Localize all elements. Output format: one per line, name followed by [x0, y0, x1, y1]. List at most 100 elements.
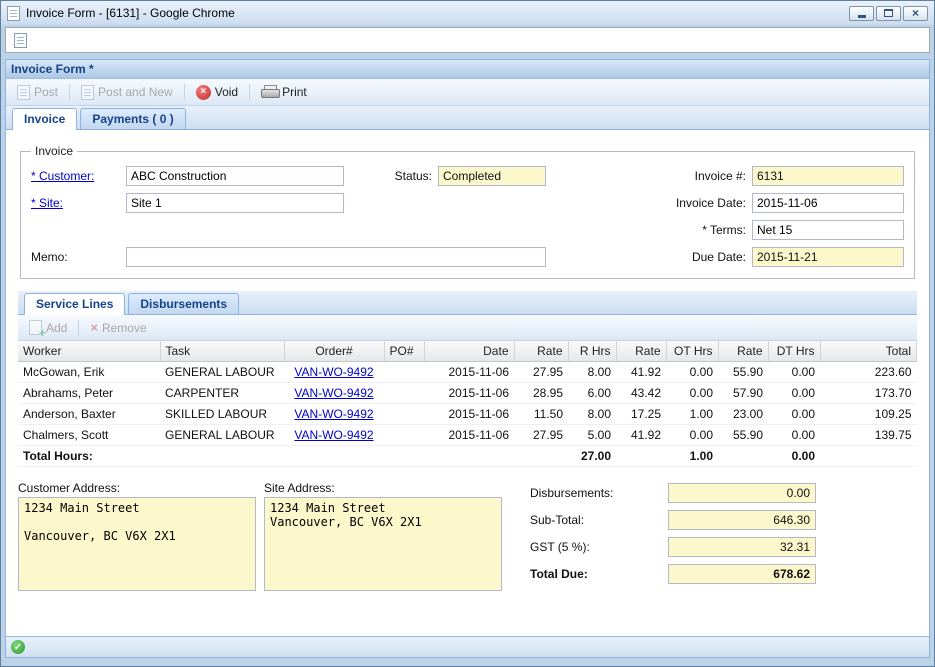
- total-r-hrs: 27.00: [568, 446, 616, 467]
- maximize-button[interactable]: [876, 6, 901, 21]
- status-bar: ✓: [6, 636, 929, 657]
- site-address-label: Site Address:: [264, 481, 502, 495]
- print-button[interactable]: Print: [255, 83, 313, 101]
- site-address-textarea[interactable]: 1234 Main Street Vancouver, BC V6X 2X1: [264, 497, 502, 591]
- column-header-ot-hrs[interactable]: OT Hrs: [666, 341, 718, 362]
- tab-disbursements[interactable]: Disbursements: [128, 293, 239, 314]
- remove-icon: ×: [90, 321, 98, 334]
- subtotal-field: 646.30: [668, 510, 816, 530]
- remove-button[interactable]: × Remove: [84, 319, 152, 337]
- status-field: Completed: [438, 166, 546, 186]
- disbursements-field: 0.00: [668, 483, 816, 503]
- void-icon: ×: [196, 85, 211, 100]
- work-order-link[interactable]: VAN-WO-9492: [294, 428, 373, 442]
- form-title: Invoice Form *: [11, 62, 94, 76]
- gst-field: 32.31: [668, 537, 816, 557]
- table-row: Anderson, BaxterSKILLED LABOURVAN-WO-949…: [18, 404, 917, 425]
- total-dt-hrs: 0.00: [768, 446, 820, 467]
- terms-input[interactable]: [752, 220, 904, 240]
- invoice-date-input[interactable]: [752, 193, 904, 213]
- service-lines-panel: Service Lines Disbursements + Add × Remo…: [18, 291, 917, 467]
- post-and-new-button[interactable]: Post and New: [75, 83, 179, 102]
- service-lines-grid: WorkerTaskOrder#PO#DateRateR HrsRateOT H…: [18, 341, 917, 467]
- column-header-po-[interactable]: PO#: [384, 341, 424, 362]
- invoice-fieldset: Invoice * Customer: Status: Completed In…: [20, 144, 915, 279]
- add-button-label: Add: [46, 321, 67, 335]
- work-order-link[interactable]: VAN-WO-9492: [294, 407, 373, 421]
- toolbar-separator: [249, 84, 250, 100]
- column-header-order-[interactable]: Order#: [284, 341, 384, 362]
- window-title: Invoice Form - [6131] - Google Chrome: [26, 6, 235, 20]
- service-lines-body: McGowan, ErikGENERAL LABOURVAN-WO-949220…: [18, 362, 917, 446]
- toolbar-separator: [69, 84, 70, 100]
- invoice-form-grid: * Customer: Status: Completed Invoice #:…: [31, 162, 904, 270]
- toolbar-separator: [184, 84, 185, 100]
- column-header-date[interactable]: Date: [424, 341, 514, 362]
- column-header-worker[interactable]: Worker: [18, 341, 160, 362]
- minimize-icon: [858, 15, 866, 18]
- status-ok-icon: ✓: [11, 640, 25, 654]
- column-header-dt-hrs[interactable]: DT Hrs: [768, 341, 820, 362]
- void-button-label: Void: [215, 85, 238, 99]
- work-order-link[interactable]: VAN-WO-9492: [294, 365, 373, 379]
- total-hours-label: Total Hours:: [18, 446, 568, 467]
- totals-block: Disbursements: 0.00 Sub-Total: 646.30 GS…: [530, 481, 830, 591]
- chrome-window: Invoice Form - [6131] - Google Chrome × …: [0, 0, 935, 667]
- void-button[interactable]: × Void: [190, 83, 244, 102]
- maximize-icon: [884, 9, 893, 17]
- column-header-rate[interactable]: Rate: [718, 341, 768, 362]
- total-due-row: Total Due: 678.62: [530, 564, 830, 584]
- print-button-label: Print: [282, 85, 307, 99]
- tab-payments[interactable]: Payments ( 0 ): [80, 108, 185, 129]
- remove-button-label: Remove: [102, 321, 147, 335]
- lines-tabstrip: Service Lines Disbursements: [18, 291, 917, 315]
- total-hours-row: Total Hours: 27.00 1.00 0.00: [18, 446, 917, 467]
- add-icon: +: [29, 320, 42, 335]
- invoice-number-field: 6131: [752, 166, 904, 186]
- gst-row: GST (5 %): 32.31: [530, 537, 830, 557]
- minimize-button[interactable]: [849, 6, 874, 21]
- column-header-rate[interactable]: Rate: [616, 341, 666, 362]
- tab-invoice[interactable]: Invoice: [12, 108, 77, 130]
- close-button[interactable]: ×: [903, 6, 928, 21]
- table-row: Abrahams, PeterCARPENTERVAN-WO-94922015-…: [18, 383, 917, 404]
- post-and-new-button-label: Post and New: [98, 85, 173, 99]
- site-address-block: Site Address: 1234 Main Street Vancouver…: [264, 481, 502, 594]
- invoice-app-panel: Invoice Form * Post Post and New × Void …: [5, 59, 930, 658]
- main-toolbar: Post Post and New × Void Print: [6, 79, 929, 106]
- site-input[interactable]: [126, 193, 344, 213]
- form-header: Invoice Form *: [6, 60, 929, 79]
- page-icon: [14, 33, 27, 48]
- service-lines-header-row: WorkerTaskOrder#PO#DateRateR HrsRateOT H…: [18, 341, 917, 362]
- due-date-label: Due Date:: [660, 250, 752, 264]
- site-label-link[interactable]: * Site:: [31, 196, 63, 210]
- disbursements-label: Disbursements:: [530, 486, 668, 500]
- service-lines-totals: Total Hours: 27.00 1.00 0.00: [18, 446, 917, 467]
- column-header-rate[interactable]: Rate: [514, 341, 568, 362]
- tab-service-lines[interactable]: Service Lines: [24, 293, 125, 315]
- column-header-total[interactable]: Total: [820, 341, 917, 362]
- due-date-field: 2015-11-21: [752, 247, 904, 267]
- customer-address-textarea[interactable]: 1234 Main Street Vancouver, BC V6X 2X1: [18, 497, 256, 591]
- post-button-label: Post: [34, 85, 58, 99]
- customer-input[interactable]: [126, 166, 344, 186]
- customer-address-label: Customer Address:: [18, 481, 256, 495]
- work-order-link[interactable]: VAN-WO-9492: [294, 386, 373, 400]
- window-titlebar[interactable]: Invoice Form - [6131] - Google Chrome ×: [1, 1, 934, 25]
- status-label: Status:: [384, 169, 438, 183]
- total-ot-hrs: 1.00: [666, 446, 718, 467]
- total-due-label: Total Due:: [530, 567, 668, 581]
- post-button[interactable]: Post: [11, 83, 64, 102]
- browser-strip: [5, 27, 930, 53]
- total-due-field: 678.62: [668, 564, 816, 584]
- window-controls: ×: [849, 6, 928, 21]
- memo-input[interactable]: [126, 247, 546, 267]
- subtotal-row: Sub-Total: 646.30: [530, 510, 830, 530]
- footer-area: Customer Address: 1234 Main Street Vanco…: [18, 481, 917, 594]
- terms-label: * Terms:: [660, 223, 752, 237]
- customer-label-link[interactable]: * Customer:: [31, 169, 94, 183]
- add-button[interactable]: + Add: [23, 318, 73, 337]
- column-header-task[interactable]: Task: [160, 341, 284, 362]
- column-header-r-hrs[interactable]: R Hrs: [568, 341, 616, 362]
- disbursements-row: Disbursements: 0.00: [530, 483, 830, 503]
